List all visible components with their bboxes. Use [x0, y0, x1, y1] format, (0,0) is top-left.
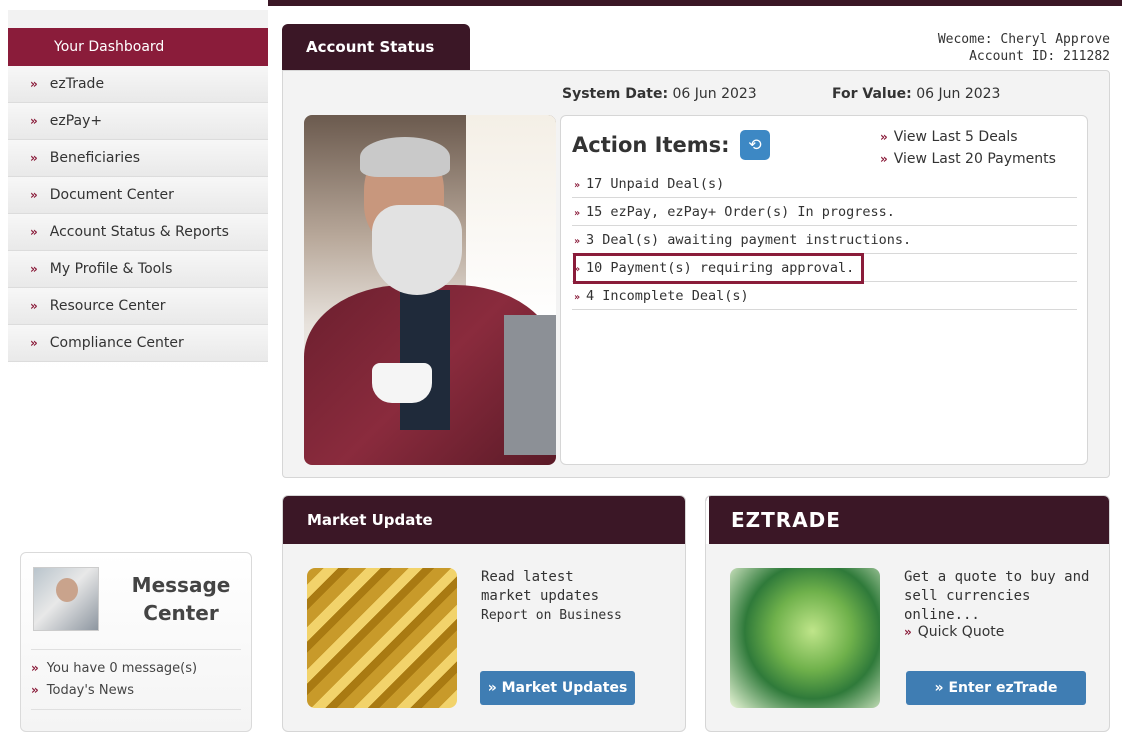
- quick-quote-label: Quick Quote: [917, 624, 1005, 640]
- sidebar-item-document-center[interactable]: » Document Center: [8, 177, 268, 214]
- photo-laptop: [504, 315, 556, 455]
- action-item-orders-in-progress[interactable]: » 15 ezPay, ezPay+ Order(s) In progress.: [572, 198, 1077, 226]
- view-last-payments-label: View Last 20 Payments: [893, 151, 1056, 167]
- sidebar-item-ezpay[interactable]: » ezPay+: [8, 103, 268, 140]
- sidebar-item-compliance-center[interactable]: » Compliance Center: [8, 325, 268, 362]
- account-id: Account ID: 211282: [969, 49, 1110, 64]
- welcome-block: Wecome: Cheryl Approve Account ID: 21128…: [938, 31, 1110, 65]
- sidebar-item-eztrade[interactable]: » ezTrade: [8, 66, 268, 103]
- sidebar: Your Dashboard » ezTrade » ezPay+ » Bene…: [8, 10, 268, 530]
- view-last-deals-label: View Last 5 Deals: [893, 129, 1018, 145]
- divider: [31, 649, 241, 650]
- action-item-awaiting-instructions[interactable]: » 3 Deal(s) awaiting payment instructions…: [572, 226, 1077, 254]
- sidebar-item-beneficiaries[interactable]: » Beneficiaries: [8, 140, 268, 177]
- eztrade-panel: EZTRADE Get a quote to buy and sell curr…: [705, 495, 1110, 732]
- eztrade-title: EZTRADE: [706, 496, 1109, 544]
- chevron-right-icon: »: [30, 225, 38, 239]
- market-updates-button[interactable]: » Market Updates: [480, 671, 635, 705]
- action-items-title: Action Items:: [572, 133, 730, 157]
- system-date: System Date: 06 Jun 2023: [562, 86, 757, 102]
- view-links: » View Last 5 Deals » View Last 20 Payment…: [880, 126, 1056, 170]
- message-count-label: You have 0 message(s): [46, 661, 198, 676]
- action-item-label: 17 Unpaid Deal(s): [586, 176, 725, 192]
- quick-quote-link[interactable]: » Quick Quote: [904, 624, 1004, 640]
- sidebar-menu: » ezTrade » ezPay+ » Beneficiaries » Doc…: [8, 66, 268, 362]
- chevron-right-icon: »: [31, 683, 39, 697]
- globe-image: [730, 568, 880, 708]
- divider: [31, 709, 241, 710]
- chevron-right-icon: »: [30, 77, 38, 91]
- chevron-right-icon: »: [880, 152, 888, 166]
- enter-eztrade-button[interactable]: » Enter ezTrade: [906, 671, 1086, 705]
- chevron-right-icon: »: [880, 130, 888, 144]
- photo-beard: [372, 205, 462, 295]
- chevron-right-icon: »: [30, 262, 38, 276]
- photo-hair: [360, 137, 450, 177]
- sidebar-item-label: ezPay+: [49, 113, 103, 129]
- gold-bars-image: [307, 568, 457, 708]
- view-last-payments-link[interactable]: » View Last 20 Payments: [880, 148, 1056, 170]
- sidebar-item-label: Beneficiaries: [49, 150, 141, 166]
- sidebar-item-label: ezTrade: [49, 76, 105, 92]
- action-item-label: 15 ezPay, ezPay+ Order(s) In progress.: [586, 204, 895, 220]
- chevron-right-icon: »: [574, 236, 581, 247]
- welcome-text: Wecome: Cheryl Approve: [937, 32, 1110, 47]
- chevron-right-icon: »: [30, 151, 38, 165]
- message-center: Message Center » You have 0 message(s) » T…: [20, 552, 252, 732]
- sidebar-header[interactable]: Your Dashboard: [8, 28, 268, 66]
- chevron-right-icon: »: [30, 336, 38, 350]
- action-item-label: 3 Deal(s) awaiting payment instructions.: [586, 232, 912, 248]
- chevron-right-icon: »: [30, 299, 38, 313]
- chevron-right-icon: »: [30, 114, 38, 128]
- action-items-list: » 17 Unpaid Deal(s) » 15 ezPay, ezPay+ Ord…: [572, 170, 1077, 310]
- market-update-sub: Report on Business: [481, 608, 622, 623]
- system-date-label: System Date:: [562, 86, 669, 102]
- sidebar-item-resource-center[interactable]: » Resource Center: [8, 288, 268, 325]
- sidebar-item-label: My Profile & Tools: [49, 261, 173, 277]
- photo-shirt: [400, 290, 450, 430]
- market-update-panel: Market Update Read latest market updates…: [282, 495, 686, 732]
- message-list: » You have 0 message(s) » Today's News: [31, 657, 197, 701]
- action-item-incomplete-deals[interactable]: » 4 Incomplete Deal(s): [572, 282, 1077, 310]
- todays-news-label: Today's News: [46, 683, 134, 698]
- market-update-text: Read latest market updates Report on Bus…: [481, 568, 631, 625]
- message-count-link[interactable]: » You have 0 message(s): [31, 657, 197, 679]
- sidebar-item-profile-tools[interactable]: » My Profile & Tools: [8, 251, 268, 288]
- chevron-right-icon: »: [574, 208, 581, 219]
- view-last-deals-link[interactable]: » View Last 5 Deals: [880, 126, 1056, 148]
- action-item-label: 4 Incomplete Deal(s): [586, 288, 749, 304]
- chevron-right-icon: »: [574, 180, 581, 191]
- market-update-title: Market Update: [283, 496, 685, 544]
- hero-photo: [304, 115, 556, 465]
- chevron-right-icon: »: [31, 661, 39, 675]
- tab-account-status[interactable]: Account Status: [282, 24, 470, 70]
- chevron-right-icon: »: [574, 292, 581, 303]
- top-rule: [268, 0, 1122, 6]
- sidebar-item-account-status[interactable]: » Account Status & Reports: [8, 214, 268, 251]
- sidebar-item-label: Resource Center: [49, 298, 166, 314]
- for-value-date: For Value: 06 Jun 2023: [832, 86, 1000, 102]
- chevron-right-icon: »: [30, 188, 38, 202]
- market-update-description: Read latest market updates: [481, 569, 600, 604]
- for-value-label: For Value:: [832, 86, 912, 102]
- system-date-value: 06 Jun 2023: [672, 86, 757, 102]
- eztrade-text: Get a quote to buy and sell currencies o…: [904, 569, 1090, 623]
- action-item-unpaid-deals[interactable]: » 17 Unpaid Deal(s): [572, 170, 1077, 198]
- sidebar-item-label: Document Center: [49, 187, 174, 203]
- message-center-title: Message Center: [131, 573, 231, 625]
- sidebar-item-label: Account Status & Reports: [49, 224, 229, 240]
- todays-news-link[interactable]: » Today's News: [31, 679, 197, 701]
- highlight-box: [573, 253, 864, 284]
- for-value-value: 06 Jun 2023: [916, 86, 1001, 102]
- message-center-avatar: [33, 567, 99, 631]
- refresh-icon[interactable]: ⟲: [740, 130, 770, 160]
- sidebar-item-label: Compliance Center: [49, 335, 184, 351]
- photo-cup: [372, 363, 432, 403]
- chevron-right-icon: »: [904, 625, 912, 639]
